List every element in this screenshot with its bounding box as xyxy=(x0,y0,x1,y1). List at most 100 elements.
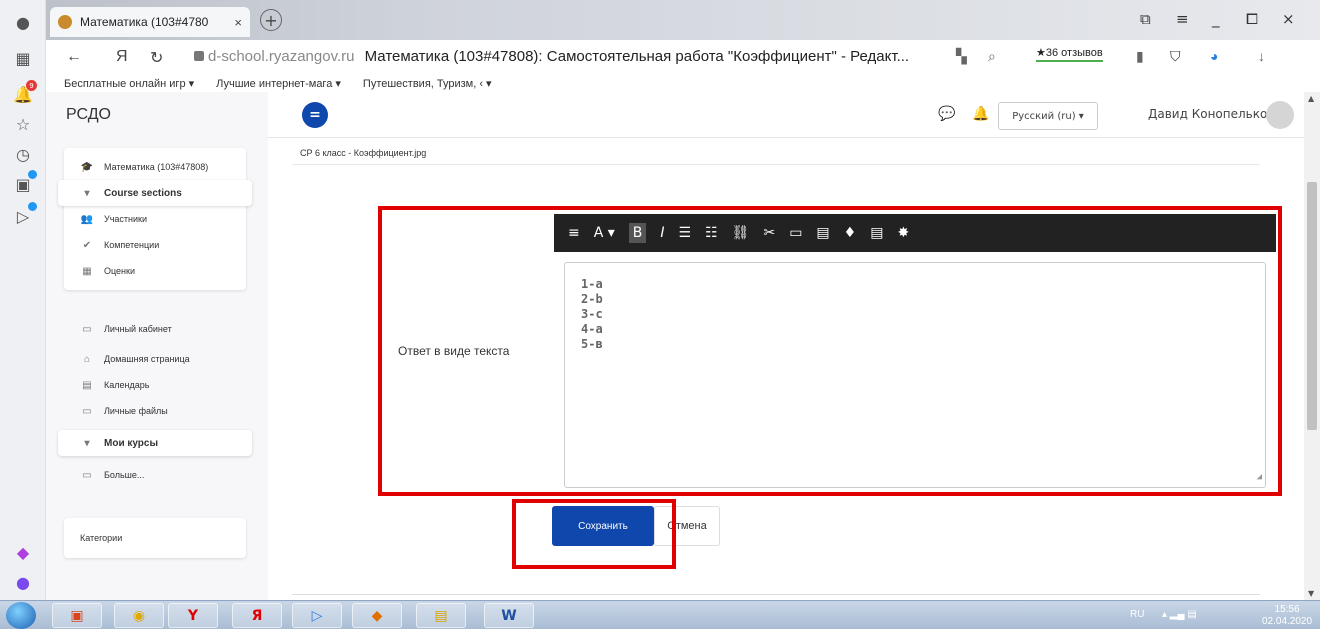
taskbar-app-explorer-icon[interactable]: ▤ xyxy=(416,603,466,628)
drawer-item-categories[interactable]: Категории xyxy=(64,518,246,558)
drawer-item-participants[interactable]: 👥 Участники xyxy=(64,206,246,232)
user-name[interactable]: Давид Конопелько xyxy=(1148,107,1267,121)
notifications-icon[interactable]: 🔔 9 xyxy=(11,80,37,106)
protect-icon[interactable]: ⛉ xyxy=(1170,48,1181,65)
drawer-item-course-sections[interactable]: ▾ Course sections xyxy=(58,180,252,206)
microphone-icon[interactable]: ♦ xyxy=(844,225,857,241)
new-tab-button[interactable]: + xyxy=(260,9,282,31)
url-page-title: Математика (103#47808): Самостоятельная … xyxy=(364,48,910,65)
tab-close-icon[interactable]: × xyxy=(234,15,242,30)
editor-toolbar: ≡ A ▾ B I ☰ ☷ ⛓ ✂ ▭ ▤ ♦ ▤ ✸ xyxy=(554,214,1276,252)
settings-icon[interactable]: ✸ xyxy=(897,225,909,241)
taskbar-app-avast-icon[interactable]: ◆ xyxy=(352,603,402,628)
site-title[interactable]: РСДО xyxy=(66,106,111,124)
calendar-icon: ▤ xyxy=(82,379,92,391)
yandex-logo[interactable]: Я xyxy=(116,48,128,66)
unlink-icon[interactable]: ✂ xyxy=(763,225,775,241)
page-scrollbar[interactable]: ▲ ▼ xyxy=(1304,92,1320,600)
bullet-list-icon[interactable]: ☰ xyxy=(679,225,692,241)
bookmarks-bar: Бесплатные онлайн игр ▾ Лучшие интернет-… xyxy=(46,74,1320,92)
scroll-up-icon[interactable]: ▲ xyxy=(1308,94,1314,103)
restore-icon[interactable]: ⧠ xyxy=(1246,10,1258,28)
reviews-badge[interactable]: ★36 отзывов xyxy=(1036,46,1103,62)
tray-icons[interactable]: ▴ ▂▄ ▤ xyxy=(1162,609,1197,620)
close-window-icon[interactable]: × xyxy=(1282,10,1295,28)
cancel-button[interactable]: Отмена xyxy=(654,506,720,546)
drawer-item-more[interactable]: ▭ Больше... xyxy=(64,462,246,488)
assistant-icon[interactable]: ● xyxy=(11,570,35,594)
scroll-down-icon[interactable]: ▼ xyxy=(1308,589,1314,598)
language-select[interactable]: Русский (ru) ▾ xyxy=(998,102,1098,130)
media-icon[interactable]: ▤ xyxy=(816,225,829,241)
translate-icon[interactable]: ▚ xyxy=(956,48,967,65)
menu-icon[interactable]: ≡ xyxy=(1176,10,1189,28)
drawer-item-my-courses[interactable]: ▾ Мои курсы xyxy=(58,430,252,456)
avatar[interactable] xyxy=(1266,101,1294,129)
tab-manager-icon[interactable]: ⧉ xyxy=(1140,10,1151,28)
minimize-icon[interactable]: _ xyxy=(1212,10,1220,28)
taskbar-clock[interactable]: 15:56 02.04.2020 xyxy=(1262,604,1312,628)
profile-icon[interactable]: ● xyxy=(11,10,35,34)
downloads-icon[interactable]: ↓ xyxy=(1258,48,1265,64)
table-icon: ▦ xyxy=(82,265,92,277)
attachment-filename[interactable]: СР 6 класс - Коэффициент.jpg xyxy=(300,148,426,158)
numbered-list-icon[interactable]: ☷ xyxy=(705,225,718,241)
answer-text-editor[interactable]: 1-а 2-b 3-с 4-a 5-в ◢ xyxy=(564,262,1266,488)
apps-grid-icon[interactable]: ▦ xyxy=(11,46,35,70)
divider xyxy=(292,594,1260,595)
browser-sidebar: ● ▦ 🔔 9 ☆ ◷ ▣ ▷ ◆ ● xyxy=(0,0,46,600)
nav-drawer: 🎓 Математика (103#47808) ▾ Course sections… xyxy=(46,138,268,600)
bookmark-item[interactable]: Бесплатные онлайн игр ▾ xyxy=(64,77,194,90)
scroll-thumb[interactable] xyxy=(1307,182,1317,430)
page-content: 💬 🔔 Русский (ru) ▾ Давид Конопелько РСДО… xyxy=(46,92,1304,600)
reload-icon[interactable]: ↻ xyxy=(150,48,163,68)
tab-active[interactable]: Математика (103#4780 × xyxy=(50,7,250,37)
drawer-item-calendar[interactable]: ▤ Календарь xyxy=(64,372,246,398)
bookmark-item[interactable]: Лучшие интернет-мага ▾ xyxy=(216,77,341,90)
tab-bar: Математика (103#4780 × + ⧉ ≡ _ ⧠ × xyxy=(46,0,1320,40)
italic-icon[interactable]: I xyxy=(660,225,664,241)
drawer-item-files[interactable]: ▭ Личные файлы xyxy=(64,398,246,424)
drawer-item-grades[interactable]: ▦ Оценки xyxy=(64,258,246,284)
history-icon[interactable]: ◷ xyxy=(11,142,35,166)
file-icon[interactable]: ▤ xyxy=(870,225,883,241)
dashboard-icon: ▭ xyxy=(82,323,92,335)
chevron-down-icon: ▾ xyxy=(84,437,90,449)
search-icon[interactable]: ⌕ xyxy=(988,48,996,65)
drawer-item-competencies[interactable]: ✔ Компетенции xyxy=(64,232,246,258)
image-icon[interactable]: ▭ xyxy=(789,225,802,241)
url-field[interactable]: d-school.ryazangov.ru Математика (103#47… xyxy=(208,48,909,65)
taskbar-app-word-icon[interactable]: W xyxy=(484,603,534,628)
bookmark-icon[interactable]: ▮ xyxy=(1136,48,1144,65)
drawer-toggle-button[interactable]: = xyxy=(302,102,328,128)
url-domain: d-school.ryazangov.ru xyxy=(208,48,355,65)
font-color-icon[interactable]: A ▾ xyxy=(594,225,615,241)
tab-title: Математика (103#4780 xyxy=(80,15,209,29)
favorites-icon[interactable]: ☆ xyxy=(11,112,35,136)
bold-icon[interactable]: B xyxy=(628,223,647,243)
taskbar-app-yandex-icon[interactable]: Y xyxy=(168,603,218,628)
collections-icon[interactable]: ▣ xyxy=(11,170,37,196)
drawer-item-dashboard[interactable]: ▭ Личный кабинет xyxy=(64,316,246,342)
users-icon: 👥 xyxy=(80,213,94,225)
bell-icon[interactable]: 🔔 xyxy=(972,106,989,122)
media-icon[interactable]: ▷ xyxy=(11,202,37,228)
toolbar-toggle-icon[interactable]: ≡ xyxy=(568,225,580,241)
taskbar-app-chrome-icon[interactable]: ◉ xyxy=(114,603,164,628)
alice-icon[interactable]: ◆ xyxy=(11,540,35,564)
bookmark-item[interactable]: Путешествия, Туризм, ‹ ▾ xyxy=(363,77,492,90)
tray-lang[interactable]: RU xyxy=(1130,609,1144,620)
taskbar-app-yandex-browser-icon[interactable]: Я xyxy=(232,603,282,628)
taskbar-app-presentation-icon[interactable]: ▣ xyxy=(52,603,102,628)
taskbar-app-media-icon[interactable]: ▷ xyxy=(292,603,342,628)
save-button[interactable]: Сохранить xyxy=(552,506,654,546)
drawer-item-home[interactable]: ⌂ Домашняя страница xyxy=(64,346,246,372)
back-icon[interactable]: ← xyxy=(66,48,82,66)
drawer-item-course[interactable]: 🎓 Математика (103#47808) xyxy=(64,154,246,180)
extension-icon[interactable]: ◕ xyxy=(1210,48,1218,64)
taskbar: ▣ ◉ Y Я ▷ ◆ ▤ W RU ▴ ▂▄ ▤ 15:56 02.04.20… xyxy=(0,600,1320,629)
resize-handle-icon[interactable]: ◢ xyxy=(1257,470,1262,485)
start-button[interactable] xyxy=(6,602,36,629)
messages-icon[interactable]: 💬 xyxy=(938,106,955,122)
link-icon[interactable]: ⛓ xyxy=(732,225,750,241)
